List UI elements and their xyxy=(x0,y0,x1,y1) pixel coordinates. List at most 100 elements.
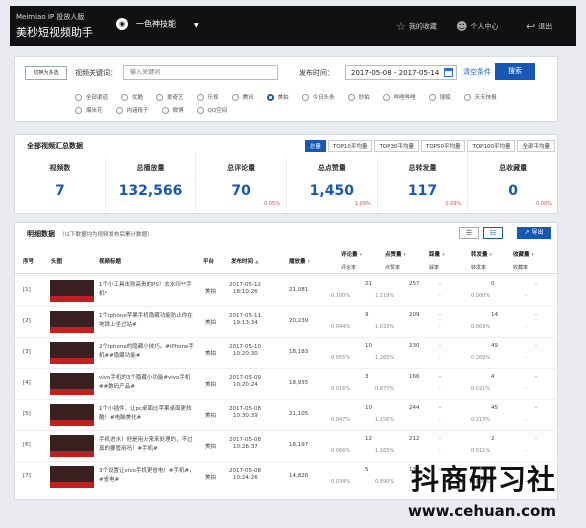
radio-dot-icon xyxy=(161,107,169,114)
multi-select-switch-button[interactable]: 切换为多选 xyxy=(25,66,67,80)
platform-radio[interactable]: 搜狐 xyxy=(428,93,451,101)
platform-radio-label: 今日头条 xyxy=(312,95,335,101)
watermark-text: 抖商研习社 xyxy=(410,463,556,496)
platform-radio[interactable]: 美拍 xyxy=(266,93,289,101)
cell-dislike: - xyxy=(439,343,441,349)
col-comment[interactable]: 评论量 ▾ xyxy=(341,250,362,258)
platform-radio[interactable]: 哔哩哔哩 xyxy=(382,93,416,101)
platform-radio[interactable]: 内涵段子 xyxy=(115,106,149,114)
cell-title[interactable]: vivo手机的3个隐藏小功能#vivo手机##数码产品# xyxy=(99,374,197,392)
table-row[interactable]: [5] 1个小插件，让pc桌面比苹果桌面更炫酷！#电脑美化# 美拍 2017-05-0… xyxy=(15,399,559,429)
summary-tab[interactable]: TOP30平均量 xyxy=(374,140,419,152)
cell-title[interactable]: 3个设置让vivo手机更省电！#手机#，#省电# xyxy=(99,467,197,485)
platform-radio[interactable]: 优酷 xyxy=(121,93,143,101)
video-thumbnail[interactable] xyxy=(50,404,94,426)
platform-radio[interactable]: 微博 xyxy=(161,106,184,114)
summary-tab[interactable]: TOP10平均量 xyxy=(327,140,373,152)
skill-dropdown[interactable]: ◉ 一色神技能 ▼ xyxy=(116,18,199,30)
col-like-rate[interactable]: 点赞率 xyxy=(385,264,400,271)
cell-platform: 美拍 xyxy=(205,289,217,295)
detail-title: 明细数据 （以下数据均为视频发布后累计数据） xyxy=(27,229,153,239)
col-platform: 平台 xyxy=(203,259,215,265)
col-fav[interactable]: 收藏量 ▾ xyxy=(513,250,534,258)
cell-title[interactable]: 1个iphone苹果手机隐藏功能防止你在地铁上坐过站# xyxy=(99,312,197,330)
cell-idx: [5] xyxy=(23,411,31,417)
platform-radio[interactable]: 爱奇艺 xyxy=(156,93,184,101)
table-row[interactable]: [1] 1个小工具击败高贵的PS！去水印**手机* 美拍 2017-05-12 18:1… xyxy=(15,275,559,305)
search-button[interactable]: 搜索 xyxy=(495,63,535,80)
cell-dislike: - xyxy=(439,436,441,442)
stat-label: 总评论量 xyxy=(227,164,256,172)
table-row[interactable]: [6] 手机进水！他是用火来来处理的，不过真的要管用吗！#手机# 美拍 2017-05… xyxy=(15,430,559,460)
chevron-down-icon: ▼ xyxy=(194,21,199,29)
clear-filters-link[interactable]: 清空条件 xyxy=(463,67,491,77)
col-share[interactable]: 转发量 ▾ xyxy=(471,250,492,258)
video-thumbnail[interactable] xyxy=(50,280,94,302)
cell-share: 0 xyxy=(491,281,495,287)
date-range-input[interactable]: 2017-05-08 - 2017-05-14 xyxy=(345,65,457,80)
platform-radio[interactable]: 全部渠道 xyxy=(75,93,108,101)
summary-panel: 全部视频汇总数据 总量 TOP10平均量 TOP30平均量 TOP50平均量 TOP10… xyxy=(14,134,559,214)
cell-title[interactable]: 1个小工具击败高贵的PS！去水印**手机* xyxy=(99,281,197,299)
stat-card: 总转发量 117 0.09% xyxy=(378,153,469,211)
cell-comment-rate: 0.066% xyxy=(331,448,351,454)
grid-view-icon[interactable]: ☷ xyxy=(483,227,503,239)
nav-profile[interactable]: ☻ 个人中心 xyxy=(456,20,498,33)
platform-radio[interactable]: 天天快报 xyxy=(463,93,497,101)
stat-percent: 1.09% xyxy=(354,201,371,207)
video-thumbnail[interactable] xyxy=(50,466,94,488)
radio-dot-icon xyxy=(347,94,355,101)
cell-fav-rate: - xyxy=(525,324,527,330)
col-like[interactable]: 点赞量 ▾ xyxy=(385,250,406,258)
col-comment-label: 评论量 xyxy=(341,252,358,258)
video-thumbnail[interactable] xyxy=(50,342,94,364)
nav-logout[interactable]: ↩ 退出 xyxy=(526,20,552,33)
table-row[interactable]: [4] vivo手机的3个隐藏小功能#vivo手机##数码产品# 美拍 2017-05… xyxy=(15,368,559,398)
col-play[interactable]: 播放量 ▾ xyxy=(289,257,310,265)
platform-radio[interactable]: 乐视 xyxy=(196,93,219,101)
cell-title[interactable]: 手机进水！他是用火来来处理的，不过真的要管用吗！#手机# xyxy=(99,436,197,454)
table-row[interactable]: [3] 2个iphone的隐藏小技巧。#iPhone手机##隐藏功能# 美拍 2017… xyxy=(15,337,559,367)
export-button[interactable]: ↗ 导出 xyxy=(517,227,551,239)
stat-value: 0 xyxy=(508,183,519,199)
cell-dislike-rate: - xyxy=(439,448,441,454)
platform-radio[interactable]: 今日头条 xyxy=(301,93,335,101)
col-dislike-label: 踩量 xyxy=(429,252,441,258)
summary-tab[interactable]: 全部平均量 xyxy=(517,140,555,152)
col-share-rate[interactable]: 转发率 xyxy=(471,264,486,271)
col-pubtime[interactable]: 发布时间 ▲ xyxy=(231,257,259,265)
keyword-input[interactable] xyxy=(123,65,278,80)
platform-radio[interactable]: 爆米花 xyxy=(75,106,103,114)
radio-dot-icon xyxy=(196,94,204,101)
summary-tab[interactable]: TOP50平均量 xyxy=(420,140,466,152)
cell-idx: [4] xyxy=(23,380,31,386)
platform-radio[interactable]: 腾讯 xyxy=(231,93,254,101)
col-comment-rate[interactable]: 评论率 xyxy=(341,264,356,271)
video-thumbnail[interactable] xyxy=(50,311,94,333)
nav-favorites[interactable]: ☆ 我的收藏 xyxy=(396,20,437,33)
col-fav-rate[interactable]: 收藏率 xyxy=(513,264,528,271)
col-dislike[interactable]: 踩量 ▾ xyxy=(429,250,444,258)
video-thumbnail[interactable] xyxy=(50,373,94,395)
cell-date: 2017-05-08 xyxy=(229,406,261,412)
calendar-icon[interactable] xyxy=(444,68,453,77)
list-view-icon[interactable]: ☰ xyxy=(459,227,479,239)
radio-dot-icon xyxy=(231,94,239,101)
platform-radio-group: 全部渠道 优酷 爱奇艺 乐视 腾讯 美拍 今日头条 秒拍 哔哩哔哩 搜狐 天天快报爆米花 内涵段子 微博… xyxy=(75,93,535,119)
table-row[interactable]: [2] 1个iphone苹果手机隐藏功能防止你在地铁上坐过站# 美拍 2017-05-… xyxy=(15,306,559,336)
col-dislike-rate[interactable]: 踩率 xyxy=(429,264,439,271)
platform-radio[interactable]: QQ空间 xyxy=(196,106,227,114)
cell-share-rate: 0.000% xyxy=(471,293,491,299)
cell-share-rate: 0.011% xyxy=(471,448,491,454)
summary-tab[interactable]: 总量 xyxy=(304,140,326,152)
detail-title-text: 明细数据 xyxy=(27,230,55,238)
platform-radio[interactable]: 秒拍 xyxy=(347,93,370,101)
video-thumbnail[interactable] xyxy=(50,435,94,457)
cell-title[interactable]: 1个小插件，让pc桌面比苹果桌面更炫酷！#电脑美化# xyxy=(99,405,197,423)
cell-share-rate: 0.213% xyxy=(471,417,491,423)
cell-platform: 美拍 xyxy=(205,351,217,357)
cell-title[interactable]: 2个iphone的隐藏小技巧。#iPhone手机##隐藏功能# xyxy=(99,343,197,361)
radio-dot-icon xyxy=(266,94,274,101)
header-divider xyxy=(15,273,559,274)
summary-tab[interactable]: TOP100平均量 xyxy=(467,140,516,152)
